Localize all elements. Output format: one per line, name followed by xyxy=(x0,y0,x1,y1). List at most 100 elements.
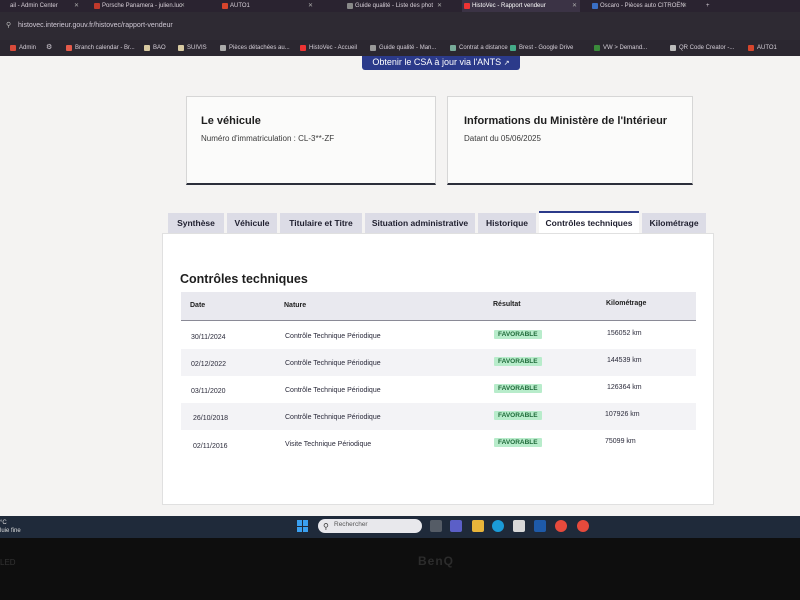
bookmark-item[interactable]: Brest - Google Drive xyxy=(510,43,573,53)
browser-tab-bar: ail - Admin Center ✕ Porsche Panamera - j… xyxy=(0,0,800,12)
plus-icon: + xyxy=(706,3,710,9)
document-icon xyxy=(370,45,376,51)
new-tab-button[interactable]: + xyxy=(700,0,720,12)
folder-icon xyxy=(178,45,184,51)
bookmark-icon xyxy=(66,45,72,51)
column-header: Date xyxy=(190,302,206,309)
bookmark-item[interactable]: VW > Demand... xyxy=(594,43,647,53)
result-badge: FAVORABLE xyxy=(494,411,542,420)
table-row: 26/10/2018 Contrôle Technique Périodique… xyxy=(181,403,696,430)
row-nature: Visite Technique Périodique xyxy=(285,441,372,448)
file-explorer-icon[interactable] xyxy=(472,520,484,532)
row-date: 03/11/2020 xyxy=(191,388,226,395)
tab-titulaire[interactable]: Titulaire et Titre xyxy=(280,213,362,233)
data-date: Datant du 05/06/2025 xyxy=(464,134,541,143)
monitor-bezel: LED BenQ xyxy=(0,538,800,600)
chrome-profile-icon[interactable] xyxy=(577,520,589,532)
browser-tab[interactable]: Guide qualité - Liste des phot ✕ xyxy=(345,0,445,12)
browser-tab[interactable]: Oscaro - Pièces auto CITROËN ✕ xyxy=(590,0,690,12)
taskbar-search-input[interactable]: ⚲ Rechercher xyxy=(318,519,422,533)
task-view-icon[interactable] xyxy=(430,520,442,532)
table-row: 30/11/2024 Contrôle Technique Périodique… xyxy=(181,322,696,349)
app-l-icon[interactable] xyxy=(534,520,546,532)
bookmark-item[interactable]: Contrat a distance xyxy=(450,43,508,53)
histovec-favicon-icon xyxy=(464,3,470,9)
close-icon[interactable]: ✕ xyxy=(682,0,687,12)
row-date: 26/10/2018 xyxy=(193,415,229,422)
teams-icon[interactable] xyxy=(450,520,462,532)
bookmark-item[interactable]: QR Code Creator -... xyxy=(670,43,734,53)
ministry-card: Informations du Ministère de l'Intérieur… xyxy=(447,96,693,185)
tab-label: Guide qualité - Liste des phot xyxy=(355,3,434,9)
bookmark-item[interactable]: HistoVec - Accueil xyxy=(300,43,357,53)
ministry-card-title: Informations du Ministère de l'Intérieur xyxy=(464,115,668,127)
bookmark-item[interactable]: Pièces détachées au... xyxy=(220,43,290,53)
tab-vehicule[interactable]: Véhicule xyxy=(227,213,277,233)
histovec-icon xyxy=(300,45,306,51)
weather-widget[interactable]: °C luie fine xyxy=(0,519,21,535)
porsche-favicon-icon xyxy=(94,3,100,9)
row-nature: Contrôle Technique Périodique xyxy=(285,387,381,394)
bookmark-icon xyxy=(10,45,16,51)
close-icon[interactable]: ✕ xyxy=(180,0,185,12)
tab-kilometrage[interactable]: Kilométrage xyxy=(642,213,706,233)
monitor-model-label: LED xyxy=(0,558,16,567)
drive-icon xyxy=(510,45,516,51)
store-icon[interactable] xyxy=(513,520,525,532)
tab-label: ail - Admin Center xyxy=(10,3,58,9)
vehicle-card-title: Le véhicule xyxy=(201,115,261,127)
result-badge: FAVORABLE xyxy=(494,438,542,447)
chrome-icon[interactable] xyxy=(555,520,567,532)
auto1-favicon-icon xyxy=(222,3,228,9)
bookmark-item[interactable]: Admin xyxy=(10,43,36,53)
windows-start-icon[interactable] xyxy=(297,520,309,532)
bookmark-item[interactable]: AUTO1 xyxy=(748,43,777,53)
browser-tab[interactable]: Porsche Panamera - julien.luc ✕ xyxy=(92,0,188,12)
row-date: 30/11/2024 xyxy=(191,334,226,341)
close-icon[interactable]: ✕ xyxy=(308,0,313,12)
row-km: 156052 km xyxy=(607,330,642,337)
tab-label: Porsche Panamera - julien.luc xyxy=(102,3,183,9)
browser-tab-active[interactable]: HistoVec - Rapport vendeur ✕ xyxy=(462,0,580,12)
close-icon[interactable]: ✕ xyxy=(572,0,577,12)
table-header: Date Nature Résultat Kilométrage xyxy=(181,292,696,321)
taskbar: °C luie fine ⚲ Rechercher xyxy=(0,516,800,538)
globe-icon xyxy=(220,45,226,51)
bookmark-folder[interactable]: BAO xyxy=(144,43,166,53)
tab-controles-techniques[interactable]: Contrôles techniques xyxy=(539,211,639,235)
url-field[interactable]: histovec.interieur.gouv.fr/histovec/rapp… xyxy=(18,22,173,29)
bookmarks-bar: Admin ⚙ Branch calendar - Br... BAO SUIV… xyxy=(0,40,800,56)
close-icon[interactable]: ✕ xyxy=(74,0,79,12)
tab-label: AUTO1 xyxy=(230,3,250,9)
csa-ants-button[interactable]: Obtenir le CSA à jour via l'ANTS ↗ xyxy=(362,56,520,70)
folder-icon xyxy=(144,45,150,51)
row-date: 02/12/2022 xyxy=(191,361,227,368)
table-row: 03/11/2020 Contrôle Technique Périodique… xyxy=(181,376,696,403)
bookmark-folder[interactable]: SUIVIS xyxy=(178,43,207,53)
tab-label: Oscaro - Pièces auto CITROËN xyxy=(600,3,685,9)
table-row: 02/11/2016 Visite Technique Périodique F… xyxy=(181,430,696,457)
qr-icon xyxy=(670,45,676,51)
browser-tab[interactable]: ail - Admin Center ✕ xyxy=(0,0,82,12)
tab-synthese[interactable]: Synthèse xyxy=(168,213,224,233)
tab-panel: Contrôles techniques Date Nature Résulta… xyxy=(162,233,714,505)
bookmark-item[interactable]: ⚙ xyxy=(46,43,52,53)
document-icon xyxy=(450,45,456,51)
spreadsheet-icon xyxy=(594,45,600,51)
bookmark-item[interactable]: Branch calendar - Br... xyxy=(66,43,135,53)
close-icon[interactable]: ✕ xyxy=(437,0,442,12)
address-bar: ⚲ histovec.interieur.gouv.fr/histovec/ra… xyxy=(0,12,800,40)
plate-number: Numéro d'immatriculation : CL-3**-ZF xyxy=(201,134,335,143)
tab-historique[interactable]: Historique xyxy=(478,213,536,233)
edge-icon[interactable] xyxy=(492,520,504,532)
external-link-icon: ↗ xyxy=(503,60,510,67)
tab-situation-administrative[interactable]: Situation administrative xyxy=(365,213,475,233)
browser-tab[interactable]: AUTO1 ✕ xyxy=(220,0,316,12)
site-info-icon[interactable]: ⚲ xyxy=(6,21,11,29)
row-km: 107926 km xyxy=(605,411,640,418)
row-nature: Contrôle Technique Périodique xyxy=(285,333,381,340)
oscaro-favicon-icon xyxy=(592,3,598,9)
table-row: 02/12/2022 Contrôle Technique Périodique… xyxy=(181,349,696,376)
monitor-brand-logo: BenQ xyxy=(418,554,455,568)
bookmark-item[interactable]: Guide qualité - Man... xyxy=(370,43,436,53)
